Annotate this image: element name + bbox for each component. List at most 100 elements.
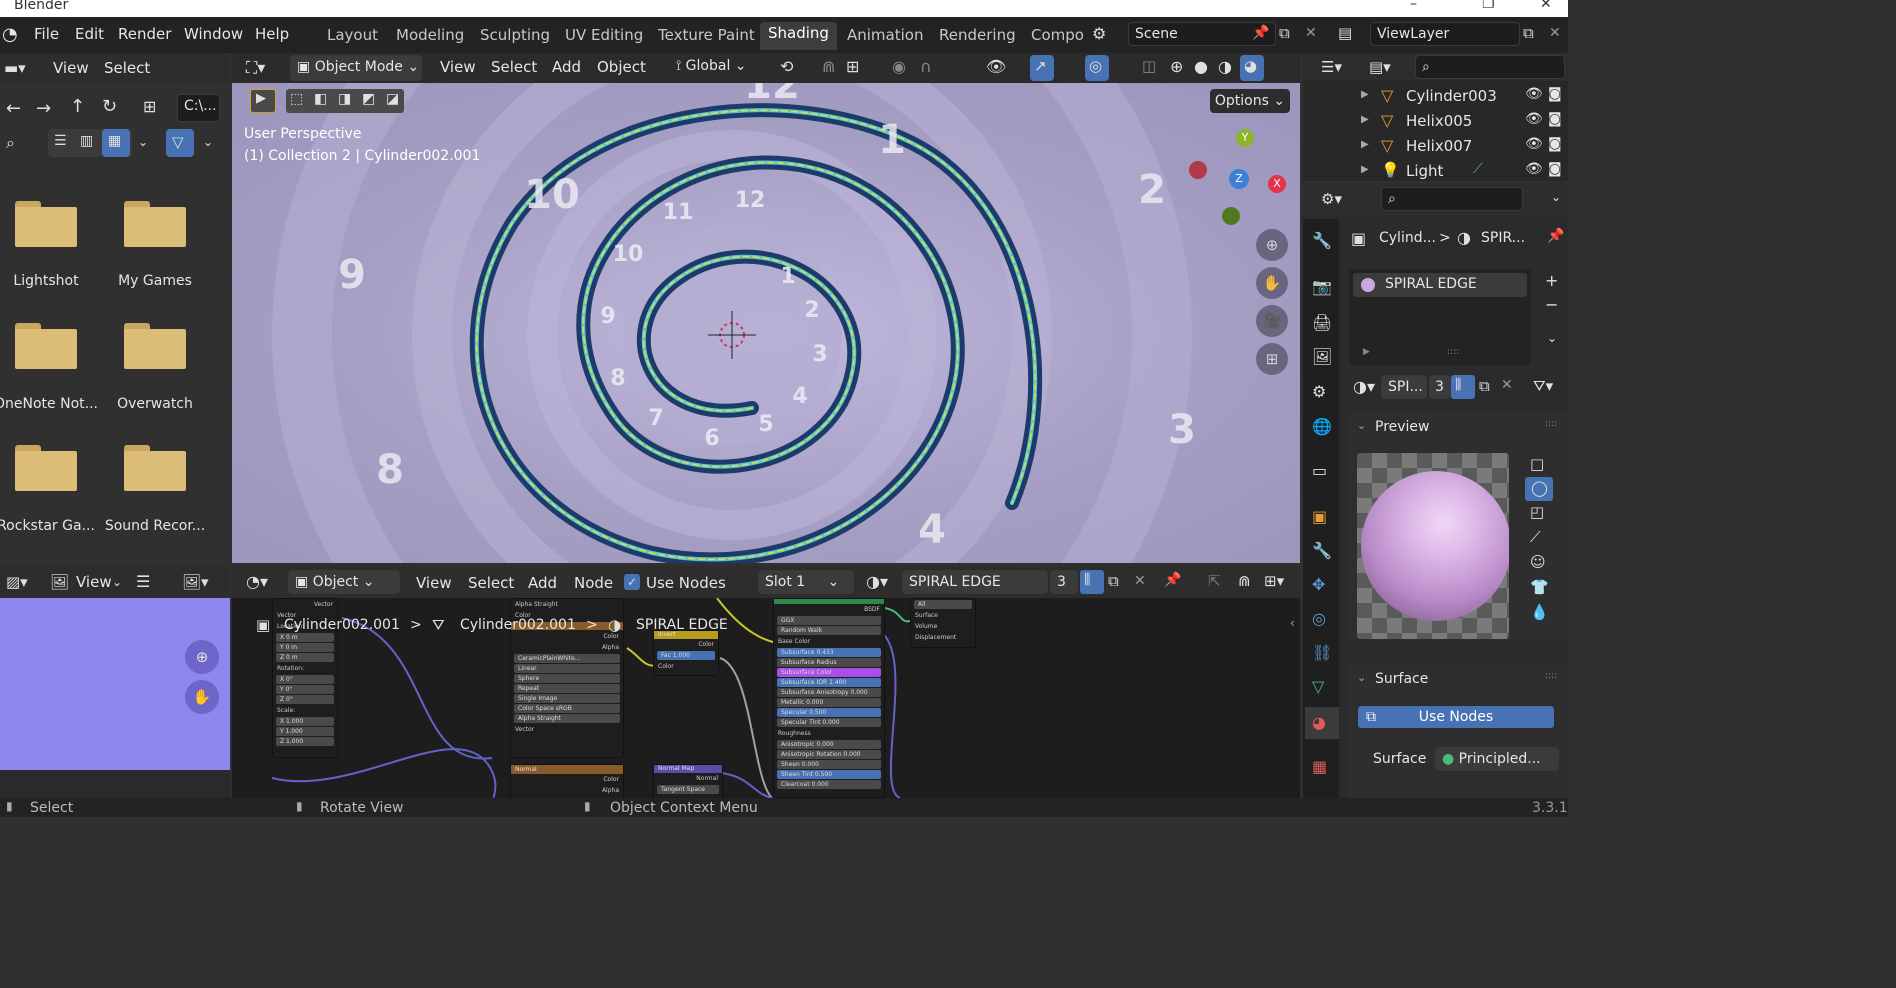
node-field[interactable]: Z 1.000 [276, 737, 334, 746]
render-camera-icon[interactable]: ◙ [1548, 136, 1562, 152]
collapse-icon[interactable]: ⌄ [1357, 671, 1366, 684]
render-camera-icon[interactable]: ◙ [1548, 86, 1562, 102]
use-nodes-checkbox[interactable]: ✓ [624, 574, 640, 590]
node-field[interactable]: CeramicPlainWhite... [514, 654, 620, 663]
eye-icon[interactable]: 👁 [1525, 136, 1543, 152]
node-link-icon[interactable]: ⛛▾ [1533, 377, 1553, 395]
plane-preview-icon[interactable]: □ [1530, 455, 1544, 473]
parent-node-tree-icon[interactable]: ⇱ [1208, 572, 1221, 590]
node-field[interactable]: Fac 1.000 [657, 651, 715, 660]
node-field[interactable]: Random Walk [777, 626, 881, 635]
tab-modeling[interactable]: Modeling [396, 26, 464, 44]
sidebar-toggle-icon[interactable]: ‹ [1290, 616, 1295, 630]
folder-label[interactable]: Overwatch [101, 396, 209, 412]
visibility-icon[interactable]: 👁 [986, 57, 1006, 76]
viewlayer-field[interactable]: ViewLayer [1370, 22, 1520, 46]
chevron-down-icon[interactable]: ⌄ [112, 575, 122, 589]
x-axis-icon[interactable]: X [1268, 175, 1286, 193]
node-field[interactable]: Sphere [514, 674, 620, 683]
search-icon[interactable]: ⌕ [6, 133, 15, 153]
mode-dropdown[interactable]: ▣ Object Mode ⌄ [290, 55, 422, 81]
node-field[interactable]: Y 0 m [276, 643, 334, 652]
vp-menu-add[interactable]: Add [552, 58, 581, 76]
viewport-3d[interactable]: 1 2 3 4 5 6 7 8 9 10 11 12 1 2 3 4 8 9 1… [232, 83, 1300, 563]
node-editor-canvas[interactable]: Vector Vector Location: X 0 m Y 0 m Z 0 … [232, 598, 1300, 798]
physics-tab-icon[interactable]: ◎ [1312, 609, 1326, 628]
node-field[interactable]: Subsurface IOR 1.400 [777, 678, 881, 687]
folder-label[interactable]: OneNote Not... [0, 396, 100, 412]
neg-x-axis-icon[interactable] [1189, 161, 1207, 179]
list-item[interactable]: ▶ 💡 Light ⟋ 👁 ◙ [1303, 160, 1568, 181]
parent-dir-icon[interactable]: ↑ [70, 96, 85, 117]
folder-icon[interactable] [124, 323, 186, 369]
image-editor-view-menu[interactable]: View [76, 573, 112, 591]
cloth-preview-icon[interactable]: 👕 [1530, 578, 1549, 596]
shader-editor-type-icon[interactable]: ◔▾ [246, 572, 268, 591]
select-new-icon[interactable]: ⬚ [290, 91, 303, 107]
view-layer-tab-icon[interactable]: 🖼 [1312, 347, 1332, 366]
modifier-tab-icon[interactable]: 🔧 [1312, 541, 1332, 560]
snap-icon[interactable]: ⋒ [822, 57, 835, 76]
select-subtract-icon[interactable]: ◨ [338, 91, 351, 107]
particles-tab-icon[interactable]: ✥ [1312, 575, 1325, 594]
node-field[interactable]: Z 0 m [276, 653, 334, 662]
hair-preview-icon[interactable]: ⟋ [1530, 528, 1541, 546]
data-tab-icon[interactable]: ▽ [1312, 677, 1324, 696]
use-nodes-label[interactable]: Use Nodes [646, 574, 726, 592]
duplicate-icon[interactable]: ⧉ [1108, 572, 1119, 590]
menu-file[interactable]: File [34, 25, 59, 43]
list-item[interactable]: ▶ ▽ Helix007 👁 ◙ [1303, 135, 1568, 159]
snap-target-icon[interactable]: ⊞ [846, 57, 859, 76]
chevron-down-icon[interactable]: ⌄ [1551, 190, 1561, 204]
fluid-preview-icon[interactable]: 💧 [1530, 603, 1549, 621]
collection-tab-icon[interactable]: ▭ [1312, 461, 1327, 480]
tab-animation[interactable]: Animation [847, 26, 923, 44]
node-users-count[interactable]: 3 [1050, 570, 1078, 594]
node-field[interactable]: X 1.000 [276, 717, 334, 726]
node-field[interactable]: Tangent Space [657, 785, 719, 794]
expand-icon[interactable]: ▶ [1361, 164, 1369, 175]
normal-node[interactable]: Normal Color Alpha [510, 764, 624, 798]
remove-slot-icon[interactable]: − [1545, 295, 1558, 314]
surface-shader-field[interactable]: ● Principled... [1435, 747, 1559, 771]
folder-label[interactable]: Rockstar Ga... [0, 518, 100, 534]
material-users-count[interactable]: 3 [1429, 375, 1451, 399]
hamburger-icon[interactable]: ☰ [136, 572, 150, 591]
tab-compositing[interactable]: Compo [1031, 26, 1084, 44]
node-field[interactable]: Linear [514, 664, 620, 673]
path-field[interactable]: C:\... [177, 94, 220, 122]
editor-type-icon[interactable]: ⛶▾ [246, 58, 265, 78]
outliner-type-icon[interactable]: ☰▾ [1321, 58, 1342, 76]
select-invert-icon[interactable]: ◩ [362, 91, 375, 107]
constraints-tab-icon[interactable]: ⛓ [1312, 643, 1332, 662]
tab-sculpting[interactable]: Sculpting [480, 26, 550, 44]
solid-shading-icon[interactable]: ● [1194, 57, 1208, 76]
cube-preview-icon[interactable]: ◰ [1530, 503, 1544, 521]
node-field[interactable]: Clearcoat 0.000 [777, 780, 881, 789]
pivot-icon[interactable]: ⟲ [780, 57, 793, 76]
pin-icon[interactable]: 📌 [1164, 572, 1181, 588]
folder-label[interactable]: My Games [101, 273, 209, 289]
node-field[interactable]: Z 0° [276, 695, 334, 704]
transform-orientation-dropdown[interactable]: ⟟ Global ⌄ [670, 55, 766, 81]
vp-menu-view[interactable]: View [440, 58, 476, 76]
options-dropdown[interactable]: Options ⌄ [1210, 89, 1290, 113]
render-camera-icon[interactable]: ◙ [1548, 111, 1562, 127]
pin-icon[interactable]: 📌 [1547, 228, 1564, 244]
duplicate-icon[interactable]: ⧉ [1479, 377, 1490, 395]
folder-label[interactable]: Sound Recor... [101, 518, 209, 534]
node-field[interactable]: GGX [777, 616, 881, 625]
properties-type-icon[interactable]: ⚙▾ [1321, 190, 1342, 208]
pan-hand-icon[interactable]: ✋ [185, 680, 219, 714]
node-field[interactable]: Specular 0.500 [777, 708, 881, 717]
node-field[interactable]: Metallic 0.000 [777, 698, 881, 707]
ortho-grid-icon[interactable]: ⊞ [1256, 343, 1288, 375]
new-folder-icon[interactable]: ⊞ [143, 97, 156, 116]
editor-type-icon[interactable]: ▨▾ [6, 573, 28, 591]
node-field[interactable]: Specular Tint 0.000 [777, 718, 881, 727]
node-field[interactable]: Subsurface 0.433 [777, 648, 881, 657]
forward-icon[interactable]: → [36, 98, 51, 119]
monkey-preview-icon[interactable]: ☺ [1530, 553, 1546, 571]
slot-menu-icon[interactable]: ⌄ [1547, 331, 1557, 345]
maximize-icon[interactable]: ❐ [1482, 0, 1495, 12]
